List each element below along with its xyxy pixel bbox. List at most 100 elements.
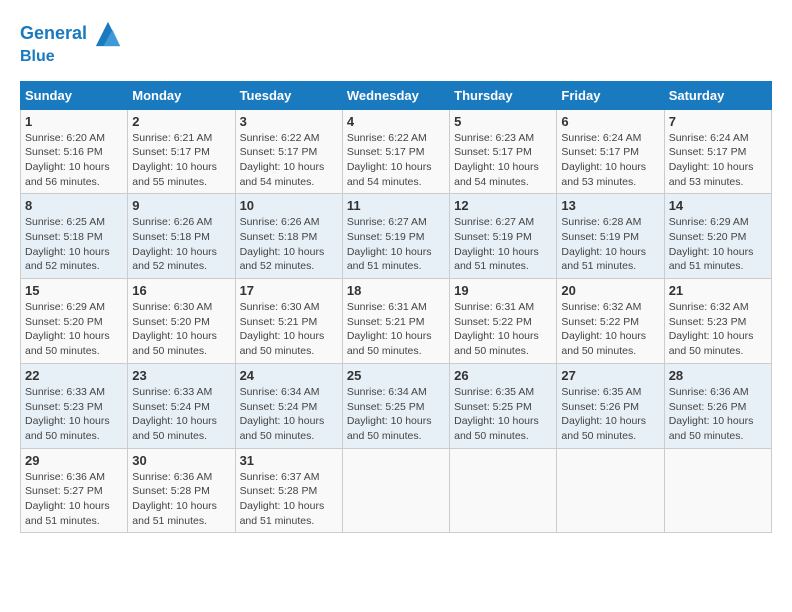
calendar-cell: 5 Sunrise: 6:23 AM Sunset: 5:17 PM Dayli… bbox=[450, 109, 557, 194]
calendar-week-row: 15 Sunrise: 6:29 AM Sunset: 5:20 PM Dayl… bbox=[21, 279, 772, 364]
day-number: 30 bbox=[132, 453, 230, 468]
weekday-header: Wednesday bbox=[342, 81, 449, 109]
day-info: Sunrise: 6:35 AM Sunset: 5:25 PM Dayligh… bbox=[454, 385, 552, 444]
day-number: 11 bbox=[347, 198, 445, 213]
day-info: Sunrise: 6:31 AM Sunset: 5:22 PM Dayligh… bbox=[454, 300, 552, 359]
day-info: Sunrise: 6:25 AM Sunset: 5:18 PM Dayligh… bbox=[25, 215, 123, 274]
day-info: Sunrise: 6:20 AM Sunset: 5:16 PM Dayligh… bbox=[25, 131, 123, 190]
calendar-cell: 3 Sunrise: 6:22 AM Sunset: 5:17 PM Dayli… bbox=[235, 109, 342, 194]
day-info: Sunrise: 6:34 AM Sunset: 5:24 PM Dayligh… bbox=[240, 385, 338, 444]
calendar-week-row: 1 Sunrise: 6:20 AM Sunset: 5:16 PM Dayli… bbox=[21, 109, 772, 194]
calendar-cell: 9 Sunrise: 6:26 AM Sunset: 5:18 PM Dayli… bbox=[128, 194, 235, 279]
day-number: 12 bbox=[454, 198, 552, 213]
day-number: 6 bbox=[561, 114, 659, 129]
calendar-week-row: 8 Sunrise: 6:25 AM Sunset: 5:18 PM Dayli… bbox=[21, 194, 772, 279]
day-info: Sunrise: 6:28 AM Sunset: 5:19 PM Dayligh… bbox=[561, 215, 659, 274]
day-number: 18 bbox=[347, 283, 445, 298]
day-number: 24 bbox=[240, 368, 338, 383]
logo-blue: Blue bbox=[20, 48, 122, 66]
calendar-cell: 23 Sunrise: 6:33 AM Sunset: 5:24 PM Dayl… bbox=[128, 363, 235, 448]
day-info: Sunrise: 6:33 AM Sunset: 5:24 PM Dayligh… bbox=[132, 385, 230, 444]
day-info: Sunrise: 6:36 AM Sunset: 5:28 PM Dayligh… bbox=[132, 470, 230, 529]
calendar-cell: 27 Sunrise: 6:35 AM Sunset: 5:26 PM Dayl… bbox=[557, 363, 664, 448]
calendar-cell: 6 Sunrise: 6:24 AM Sunset: 5:17 PM Dayli… bbox=[557, 109, 664, 194]
calendar-cell: 22 Sunrise: 6:33 AM Sunset: 5:23 PM Dayl… bbox=[21, 363, 128, 448]
calendar-cell: 11 Sunrise: 6:27 AM Sunset: 5:19 PM Dayl… bbox=[342, 194, 449, 279]
calendar-cell: 24 Sunrise: 6:34 AM Sunset: 5:24 PM Dayl… bbox=[235, 363, 342, 448]
day-info: Sunrise: 6:21 AM Sunset: 5:17 PM Dayligh… bbox=[132, 131, 230, 190]
calendar-cell: 25 Sunrise: 6:34 AM Sunset: 5:25 PM Dayl… bbox=[342, 363, 449, 448]
calendar-table: SundayMondayTuesdayWednesdayThursdayFrid… bbox=[20, 81, 772, 534]
day-info: Sunrise: 6:26 AM Sunset: 5:18 PM Dayligh… bbox=[240, 215, 338, 274]
calendar-cell: 31 Sunrise: 6:37 AM Sunset: 5:28 PM Dayl… bbox=[235, 448, 342, 533]
day-info: Sunrise: 6:35 AM Sunset: 5:26 PM Dayligh… bbox=[561, 385, 659, 444]
day-number: 25 bbox=[347, 368, 445, 383]
logo-text: General bbox=[20, 20, 122, 48]
day-number: 16 bbox=[132, 283, 230, 298]
day-number: 15 bbox=[25, 283, 123, 298]
calendar-cell: 10 Sunrise: 6:26 AM Sunset: 5:18 PM Dayl… bbox=[235, 194, 342, 279]
day-info: Sunrise: 6:37 AM Sunset: 5:28 PM Dayligh… bbox=[240, 470, 338, 529]
calendar-cell: 16 Sunrise: 6:30 AM Sunset: 5:20 PM Dayl… bbox=[128, 279, 235, 364]
day-info: Sunrise: 6:30 AM Sunset: 5:21 PM Dayligh… bbox=[240, 300, 338, 359]
calendar-cell: 28 Sunrise: 6:36 AM Sunset: 5:26 PM Dayl… bbox=[664, 363, 771, 448]
day-number: 28 bbox=[669, 368, 767, 383]
calendar-week-row: 29 Sunrise: 6:36 AM Sunset: 5:27 PM Dayl… bbox=[21, 448, 772, 533]
calendar-cell: 26 Sunrise: 6:35 AM Sunset: 5:25 PM Dayl… bbox=[450, 363, 557, 448]
day-number: 5 bbox=[454, 114, 552, 129]
calendar-cell: 30 Sunrise: 6:36 AM Sunset: 5:28 PM Dayl… bbox=[128, 448, 235, 533]
day-number: 13 bbox=[561, 198, 659, 213]
day-number: 22 bbox=[25, 368, 123, 383]
calendar-cell: 8 Sunrise: 6:25 AM Sunset: 5:18 PM Dayli… bbox=[21, 194, 128, 279]
day-info: Sunrise: 6:36 AM Sunset: 5:27 PM Dayligh… bbox=[25, 470, 123, 529]
calendar-cell bbox=[450, 448, 557, 533]
day-number: 1 bbox=[25, 114, 123, 129]
weekday-header: Thursday bbox=[450, 81, 557, 109]
calendar-cell: 2 Sunrise: 6:21 AM Sunset: 5:17 PM Dayli… bbox=[128, 109, 235, 194]
day-number: 19 bbox=[454, 283, 552, 298]
day-info: Sunrise: 6:24 AM Sunset: 5:17 PM Dayligh… bbox=[561, 131, 659, 190]
day-info: Sunrise: 6:24 AM Sunset: 5:17 PM Dayligh… bbox=[669, 131, 767, 190]
weekday-header: Friday bbox=[557, 81, 664, 109]
calendar-cell bbox=[342, 448, 449, 533]
page-header: General Blue bbox=[20, 20, 772, 66]
day-number: 20 bbox=[561, 283, 659, 298]
day-number: 14 bbox=[669, 198, 767, 213]
day-number: 2 bbox=[132, 114, 230, 129]
day-number: 31 bbox=[240, 453, 338, 468]
day-info: Sunrise: 6:27 AM Sunset: 5:19 PM Dayligh… bbox=[347, 215, 445, 274]
calendar-cell: 1 Sunrise: 6:20 AM Sunset: 5:16 PM Dayli… bbox=[21, 109, 128, 194]
day-number: 23 bbox=[132, 368, 230, 383]
day-info: Sunrise: 6:29 AM Sunset: 5:20 PM Dayligh… bbox=[669, 215, 767, 274]
calendar-cell: 4 Sunrise: 6:22 AM Sunset: 5:17 PM Dayli… bbox=[342, 109, 449, 194]
day-info: Sunrise: 6:33 AM Sunset: 5:23 PM Dayligh… bbox=[25, 385, 123, 444]
calendar-cell: 15 Sunrise: 6:29 AM Sunset: 5:20 PM Dayl… bbox=[21, 279, 128, 364]
day-number: 17 bbox=[240, 283, 338, 298]
day-info: Sunrise: 6:22 AM Sunset: 5:17 PM Dayligh… bbox=[240, 131, 338, 190]
day-info: Sunrise: 6:27 AM Sunset: 5:19 PM Dayligh… bbox=[454, 215, 552, 274]
day-info: Sunrise: 6:23 AM Sunset: 5:17 PM Dayligh… bbox=[454, 131, 552, 190]
day-number: 3 bbox=[240, 114, 338, 129]
calendar-cell bbox=[664, 448, 771, 533]
day-info: Sunrise: 6:36 AM Sunset: 5:26 PM Dayligh… bbox=[669, 385, 767, 444]
day-number: 8 bbox=[25, 198, 123, 213]
day-number: 29 bbox=[25, 453, 123, 468]
calendar-cell: 12 Sunrise: 6:27 AM Sunset: 5:19 PM Dayl… bbox=[450, 194, 557, 279]
calendar-cell: 19 Sunrise: 6:31 AM Sunset: 5:22 PM Dayl… bbox=[450, 279, 557, 364]
calendar-week-row: 22 Sunrise: 6:33 AM Sunset: 5:23 PM Dayl… bbox=[21, 363, 772, 448]
calendar-cell: 7 Sunrise: 6:24 AM Sunset: 5:17 PM Dayli… bbox=[664, 109, 771, 194]
calendar-cell: 13 Sunrise: 6:28 AM Sunset: 5:19 PM Dayl… bbox=[557, 194, 664, 279]
calendar-cell: 17 Sunrise: 6:30 AM Sunset: 5:21 PM Dayl… bbox=[235, 279, 342, 364]
day-number: 10 bbox=[240, 198, 338, 213]
weekday-header: Saturday bbox=[664, 81, 771, 109]
day-info: Sunrise: 6:30 AM Sunset: 5:20 PM Dayligh… bbox=[132, 300, 230, 359]
weekday-header: Monday bbox=[128, 81, 235, 109]
calendar-cell: 20 Sunrise: 6:32 AM Sunset: 5:22 PM Dayl… bbox=[557, 279, 664, 364]
calendar-cell: 29 Sunrise: 6:36 AM Sunset: 5:27 PM Dayl… bbox=[21, 448, 128, 533]
day-number: 21 bbox=[669, 283, 767, 298]
day-info: Sunrise: 6:32 AM Sunset: 5:22 PM Dayligh… bbox=[561, 300, 659, 359]
weekday-header: Sunday bbox=[21, 81, 128, 109]
calendar-cell: 14 Sunrise: 6:29 AM Sunset: 5:20 PM Dayl… bbox=[664, 194, 771, 279]
day-number: 9 bbox=[132, 198, 230, 213]
day-info: Sunrise: 6:31 AM Sunset: 5:21 PM Dayligh… bbox=[347, 300, 445, 359]
